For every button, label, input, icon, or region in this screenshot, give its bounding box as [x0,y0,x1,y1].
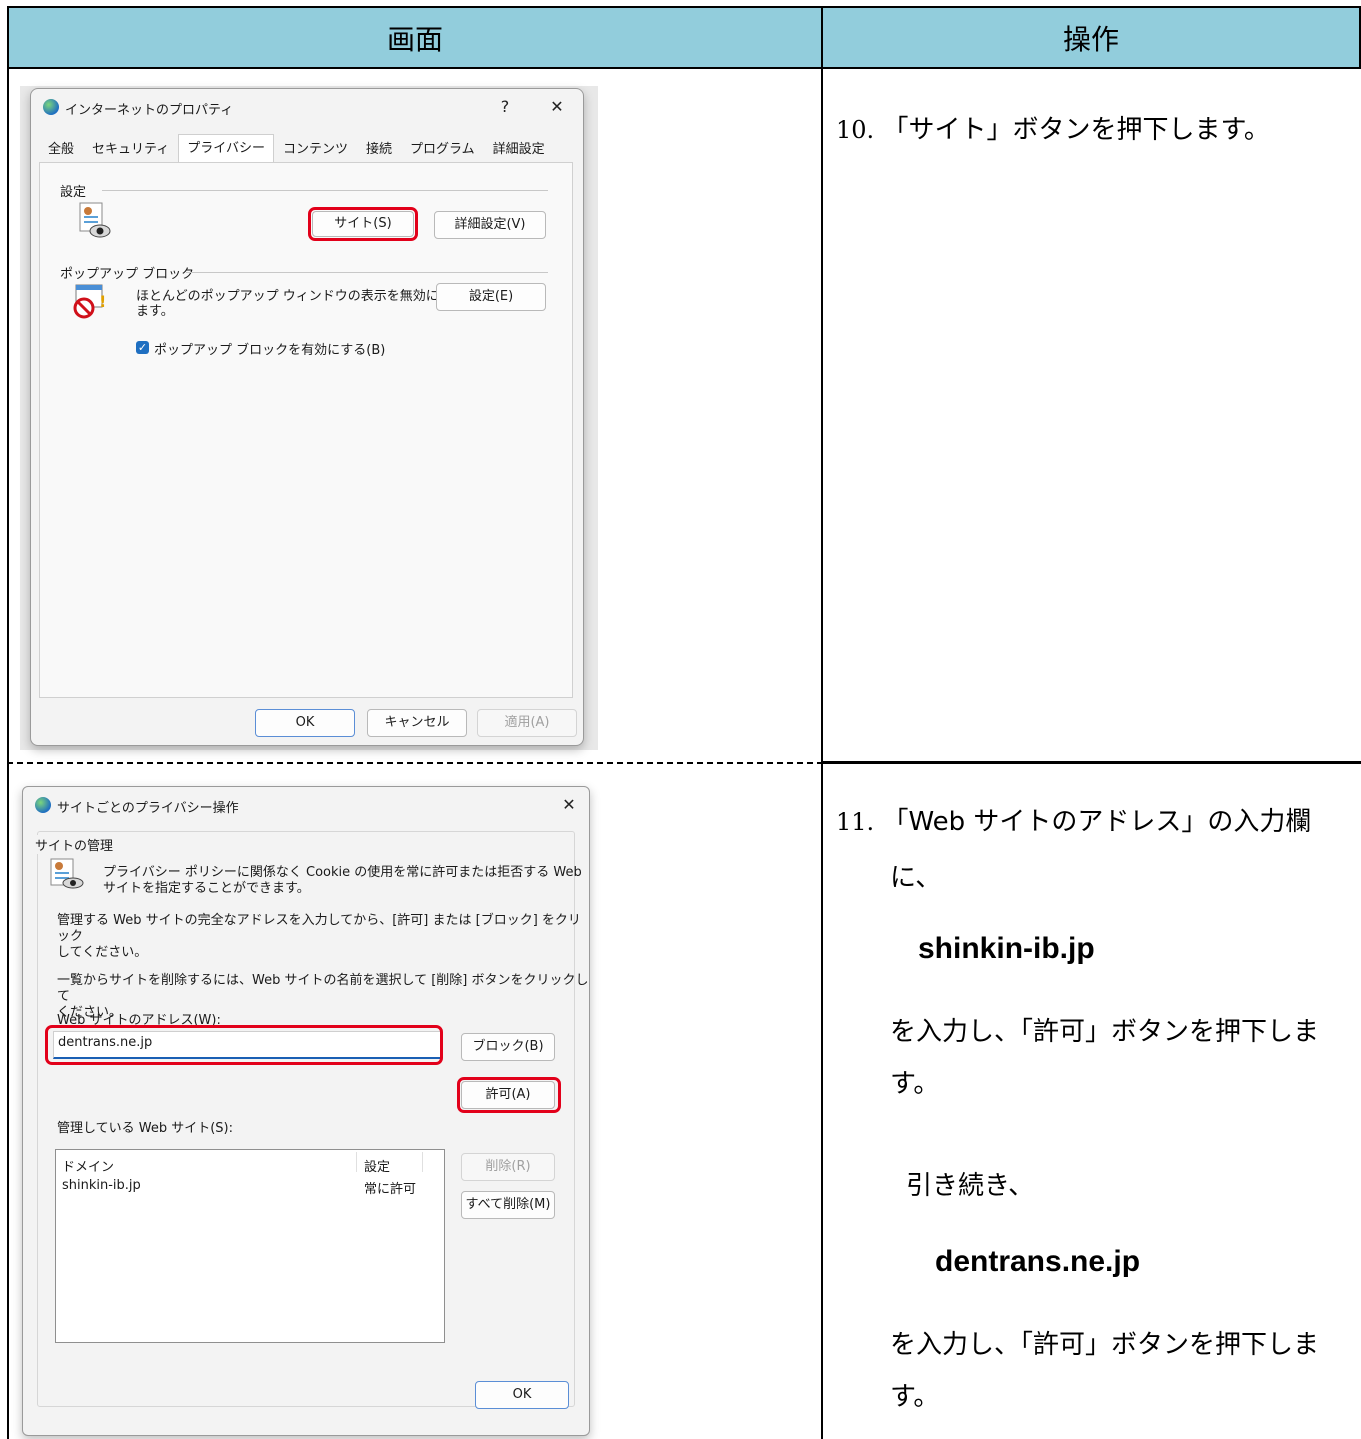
advanced-settings-button[interactable]: 詳細設定(V) [434,211,546,239]
allow-button-highlight [457,1077,561,1113]
ok-button[interactable]: OK [255,709,355,737]
step-11-number: 11. [836,808,875,836]
sites-button-highlight [308,207,418,241]
instruction-add-line1: 管理する Web サイトの完全なアドレスを入力してから、[許可] または [ブロ… [57,913,581,944]
popup-description: ほとんどのポップアップ ウィンドウの表示を無効にし ます。 [136,289,452,319]
globe-icon [35,797,51,813]
step-11-text-1: 「Web サイトのアドレス」の入力欄 [882,807,1312,837]
row-divider-dashed [7,762,823,764]
settings-group-line [102,190,548,191]
tab-programs[interactable]: プログラム [401,137,484,163]
privacy-policy-icon [50,858,84,889]
managed-sites-list[interactable]: ドメイン 設定 shinkin-ib.jp 常に許可 [55,1149,445,1343]
dialog2-titlebar: サイトごとのプライバシー操作 ✕ [23,787,589,823]
column-separator [422,1152,423,1172]
url-dentrans: dentrans.ne.jp [935,1245,1141,1278]
tab-advanced[interactable]: 詳細設定 [484,137,554,163]
address-input-highlight [45,1025,443,1065]
settings-group-label: 設定 [60,185,87,200]
popup-block-checkbox-label: ポップアップ ブロックを有効にする(B) [154,343,386,358]
dialog2-description: プライバシー ポリシーに関係なく Cookie の使用を常に許可または拒否する … [103,865,582,897]
dialog-titlebar: インターネットのプロパティ ? ✕ [31,89,583,125]
globe-icon [43,99,59,115]
step-11-line4: す。 [890,1069,940,1099]
tab-security[interactable]: セキュリティ [83,137,178,163]
column-separator [356,1152,357,1172]
block-button[interactable]: ブロック(B) [461,1033,555,1061]
per-site-privacy-dialog: サイトごとのプライバシー操作 ✕ サイトの管理 プライバシー ポリシーに関係なく… [22,786,590,1436]
svg-text:!: ! [99,292,106,311]
popup-group-line [186,272,548,273]
instruction-remove-line1: 一覧からサイトを削除するには、Web サイトの名前を選択して [削除] ボタンを… [57,973,589,1004]
instruction-add-line2: してください。 [57,945,148,960]
table-border-middle [821,69,823,1439]
privacy-tab-panel: 設定 サイト(S) 詳細設定(V) ポップアップ ブロック ! ほとんどのポップ… [39,162,573,698]
popup-settings-button[interactable]: 設定(E) [436,283,546,311]
step-11-line2: に、 [890,863,942,893]
column-header-operation: 操作 [821,6,1361,69]
apply-button[interactable]: 適用(A) [477,709,577,737]
close-button[interactable]: ✕ [555,793,583,817]
column-header-domain[interactable]: ドメイン [62,1156,114,1175]
step-11-line7: す。 [890,1382,940,1412]
dialog2-title: サイトごとのプライバシー操作 [57,801,239,816]
step-11-line5: 引き続き、 [906,1171,1035,1201]
internet-properties-dialog: インターネットのプロパティ ? ✕ 全般 セキュリティ プライバシー コンテンツ… [30,88,584,746]
step-10: 10. 「サイト」ボタンを押下します。 [836,110,1270,150]
privacy-policy-icon [79,202,111,238]
tab-privacy[interactable]: プライバシー [178,134,274,162]
dialog2-description-line1: プライバシー ポリシーに関係なく Cookie の使用を常に許可または拒否する … [103,865,582,880]
step-11-line6: を入力し、「許可」ボタンを押下しま [890,1330,1320,1360]
url-shinkin: shinkin-ib.jp [918,932,1095,965]
tab-connections[interactable]: 接続 [357,137,401,163]
popup-description-line2: ます。 [136,304,174,319]
table-border-left [7,69,9,1439]
tab-content[interactable]: コンテンツ [274,137,357,163]
ok-button[interactable]: OK [475,1381,569,1409]
column-header-screen: 画面 [7,6,823,69]
remove-all-button[interactable]: すべて削除(M) [461,1191,555,1219]
popup-description-line1: ほとんどのポップアップ ウィンドウの表示を無効にし [136,289,452,304]
popup-block-group-label: ポップアップ ブロック [60,267,195,282]
dialog2-description-line2: サイトを指定することができます。 [103,881,310,896]
remove-button[interactable]: 削除(R) [461,1153,555,1181]
list-item-setting: 常に許可 [364,1182,417,1197]
tab-general[interactable]: 全般 [39,137,83,163]
close-button[interactable]: ✕ [543,95,571,119]
row-divider-solid [821,761,1361,764]
list-item-domain[interactable]: shinkin-ib.jp [62,1178,141,1193]
step-11-line1: 11. 「Web サイトのアドレス」の入力欄 [836,802,1311,842]
popup-blocker-icon: ! [73,284,106,319]
dialog2-instruction-add: 管理する Web サイトの完全なアドレスを入力してから、[許可] または [ブロ… [57,913,589,961]
step-10-number: 10. [836,116,875,144]
cancel-button[interactable]: キャンセル [367,709,467,737]
site-management-label: サイトの管理 [33,835,116,854]
step-10-text: 「サイト」ボタンを押下します。 [882,115,1270,145]
column-header-setting[interactable]: 設定 [364,1156,390,1175]
dialog-title: インターネットのプロパティ [65,103,234,118]
managed-sites-label: 管理している Web サイト(S): [57,1121,233,1136]
help-button[interactable]: ? [491,95,519,119]
tab-strip: 全般 セキュリティ プライバシー コンテンツ 接続 プログラム 詳細設定 [39,134,554,163]
popup-block-checkbox[interactable]: ✓ [136,341,149,354]
step-11-line3: を入力し、「許可」ボタンを押下しま [890,1017,1320,1047]
